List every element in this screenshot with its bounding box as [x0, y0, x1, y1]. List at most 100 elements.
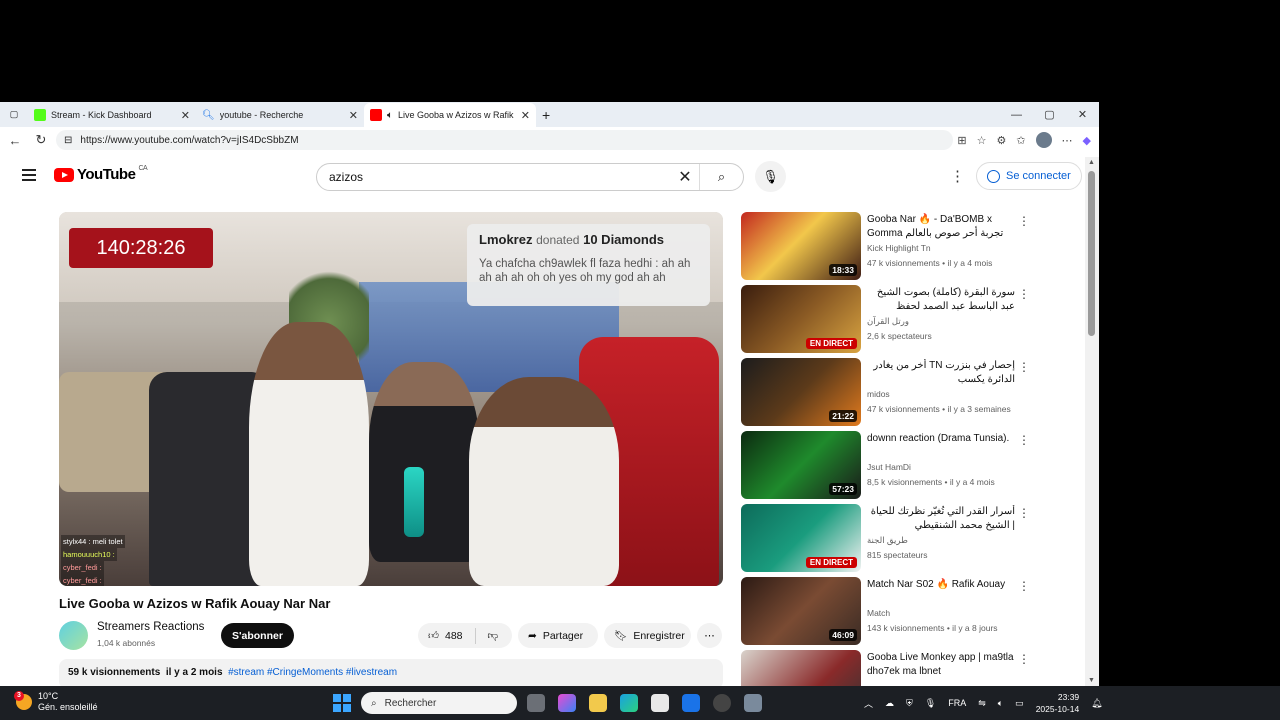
rec-item[interactable]: EN DIRECT أسرار القدر التي تُغيّر نظرتك … [741, 504, 1041, 572]
like-count[interactable]: 488 [445, 630, 463, 642]
favorites-icon[interactable]: ✩ [1016, 134, 1025, 147]
settings-dots-icon[interactable]: ⋮ [950, 167, 965, 185]
microphone-icon[interactable]: 🎙︎ [925, 698, 936, 709]
rec-more-icon[interactable]: ⋮ [1018, 579, 1030, 593]
tab-search[interactable]: 🔍︎ youtube - Recherche ✕ [196, 103, 364, 127]
rec-thumbnail[interactable]: 21:22 [741, 358, 861, 426]
rec-channel[interactable]: Jsut HamDi [867, 462, 911, 472]
rec-thumbnail[interactable]: 57:23 [741, 431, 861, 499]
rec-more-icon[interactable]: ⋮ [1018, 214, 1030, 228]
rec-thumbnail[interactable]: 18:33 [741, 212, 861, 280]
taskbar-search[interactable]: ⌕ Rechercher [361, 692, 517, 714]
rec-more-icon[interactable]: ⋮ [1018, 506, 1030, 520]
obs-icon[interactable] [713, 694, 731, 712]
battery-icon[interactable]: ▭ [1015, 698, 1024, 709]
rec-thumbnail[interactable]: 46:09 [741, 577, 861, 645]
rec-more-icon[interactable]: ⋮ [1018, 287, 1030, 301]
rec-thumbnail[interactable]: EN DIRECT [741, 285, 861, 353]
youtube-logo[interactable]: YouTube CA [54, 165, 148, 183]
scroll-up-icon[interactable]: ▲ [1088, 159, 1095, 166]
rec-channel[interactable]: Match [867, 608, 890, 618]
reload-icon[interactable]: ↻ [30, 132, 52, 148]
rec-title[interactable]: أسرار القدر التي تُغيّر نظرتك للحياة | ا… [867, 505, 1015, 533]
rec-thumbnail[interactable]: EN DIRECT [741, 504, 861, 572]
menu-icon[interactable]: ⋯ [1062, 134, 1073, 147]
rec-channel[interactable]: ورتل القرآن [867, 316, 909, 327]
maximize-icon[interactable]: ▢ [1033, 108, 1066, 121]
rec-title[interactable]: Match Nar S02 🔥 Rafik Aouay [867, 578, 1015, 592]
copilot-app-icon[interactable] [558, 694, 576, 712]
back-icon[interactable]: ← [4, 133, 26, 148]
rec-channel[interactable]: midos [867, 389, 890, 399]
camera-icon[interactable] [744, 694, 762, 712]
rec-channel[interactable]: Kick Highlight Tn [867, 243, 931, 253]
weather-widget[interactable]: 3 10°C Gén. ensoleillé [14, 691, 98, 713]
address-bar[interactable]: ⊟ https://www.youtube.com/watch?v=jIS4Dc… [56, 130, 954, 150]
favorite-icon[interactable]: ☆ [977, 134, 987, 147]
store-icon[interactable] [651, 694, 669, 712]
rec-title[interactable]: إحصار في بنزرت TN أخر من يغادر الدائرة ي… [867, 359, 1015, 387]
channel-name[interactable]: Streamers Reactions [97, 621, 204, 633]
rec-title[interactable]: سورة البقرة (كاملة) بصوت الشيخ عبد الباس… [867, 286, 1015, 314]
scroll-down-icon[interactable]: ▼ [1088, 677, 1095, 684]
more-actions-icon[interactable]: ⋯ [697, 623, 722, 648]
file-explorer-icon[interactable] [589, 694, 607, 712]
scrollbar-thumb[interactable] [1088, 171, 1095, 336]
close-window-icon[interactable]: ✕ [1066, 108, 1099, 121]
tab-youtube[interactable]: 🔈︎ Live Gooba w Azizos w Rafik ✕ [364, 103, 536, 127]
rec-item[interactable]: 57:23 downn reaction (Drama Tunsia). Jsu… [741, 431, 1041, 499]
tab-actions-icon[interactable]: ▢ [0, 102, 28, 127]
tray-chevron-icon[interactable]: ︿ [864, 697, 873, 710]
app-icon[interactable]: ⊞ [957, 134, 966, 147]
channel-avatar[interactable] [59, 621, 88, 650]
rec-item[interactable]: 21:22 إحصار في بنزرت TN أخر من يغادر الد… [741, 358, 1041, 426]
network-icon[interactable]: ⇋ [978, 698, 986, 709]
defender-icon[interactable]: ⛨ [906, 698, 913, 709]
rec-item[interactable]: Gooba Live Monkey app | ma9tla dho7ek ma… [741, 650, 1041, 686]
rec-title[interactable]: Gooba Nar 🔥 - Da'BOMB x Gomma تجربة أحر … [867, 213, 1015, 241]
language-indicator[interactable]: FRA [948, 698, 966, 708]
rec-thumbnail[interactable] [741, 650, 861, 686]
rec-channel[interactable]: طريق الجنة [867, 535, 908, 546]
rec-more-icon[interactable]: ⋮ [1018, 652, 1030, 666]
rec-item[interactable]: EN DIRECT سورة البقرة (كاملة) بصوت الشيخ… [741, 285, 1041, 353]
voice-search-icon[interactable]: 🎙︎ [755, 161, 786, 192]
menu-hamburger-icon[interactable] [22, 169, 36, 184]
tab-kick[interactable]: Stream - Kick Dashboard ✕ [28, 103, 196, 127]
outlook-icon[interactable] [682, 694, 700, 712]
close-icon[interactable]: ✕ [349, 109, 358, 122]
search-input[interactable] [317, 170, 671, 184]
copilot-icon[interactable]: ◆ [1083, 134, 1091, 147]
minimize-icon[interactable]: — [1000, 109, 1033, 121]
rec-more-icon[interactable]: ⋮ [1018, 360, 1030, 374]
profile-avatar[interactable] [1035, 132, 1052, 148]
close-icon[interactable]: ✕ [181, 109, 190, 122]
rec-more-icon[interactable]: ⋮ [1018, 433, 1030, 447]
edge-icon[interactable] [620, 694, 638, 712]
onedrive-icon[interactable]: ☁ [885, 698, 894, 709]
thumbs-down-icon[interactable]: 👎︎ [488, 629, 499, 642]
clock[interactable]: 23:39 2025-10-14 [1036, 691, 1079, 715]
description-box[interactable]: 59 k visionnements il y a 2 mois #stream… [59, 659, 723, 686]
page-scrollbar[interactable]: ▲ ▼ [1085, 157, 1099, 686]
notification-icon[interactable]: 🔔︎ [1091, 698, 1102, 709]
video-player[interactable]: 140:28:26 Lmokrez donated 10 Diamonds Ya… [59, 212, 723, 586]
rec-item[interactable]: 46:09 Match Nar S02 🔥 Rafik Aouay Match … [741, 577, 1041, 645]
close-icon[interactable]: ✕ [521, 109, 530, 122]
clear-search-icon[interactable]: ✕ [671, 167, 699, 187]
subscribe-button[interactable]: S'abonner [221, 623, 294, 648]
windows-start-icon[interactable] [333, 694, 351, 712]
rec-title[interactable]: downn reaction (Drama Tunsia). [867, 432, 1015, 446]
share-button[interactable]: ➦ Partager [518, 623, 598, 648]
task-view-icon[interactable] [527, 694, 545, 712]
rec-title[interactable]: Gooba Live Monkey app | ma9tla dho7ek ma… [867, 651, 1015, 679]
search-button[interactable]: ⌕ [699, 164, 743, 190]
save-button[interactable]: 🔖︎ Enregistrer [604, 623, 691, 648]
new-tab-button[interactable]: + [536, 103, 556, 127]
rec-item[interactable]: 18:33 Gooba Nar 🔥 - Da'BOMB x Gomma تجرب… [741, 212, 1041, 280]
signin-button[interactable]: Se connecter [976, 162, 1082, 190]
hashtags[interactable]: #stream #CringeMoments #livestream [228, 667, 397, 678]
thumbs-up-icon[interactable]: 👍︎ [428, 629, 439, 642]
site-info-icon[interactable]: ⊟ [64, 135, 72, 146]
extensions-icon[interactable]: ⚙ [996, 134, 1006, 147]
